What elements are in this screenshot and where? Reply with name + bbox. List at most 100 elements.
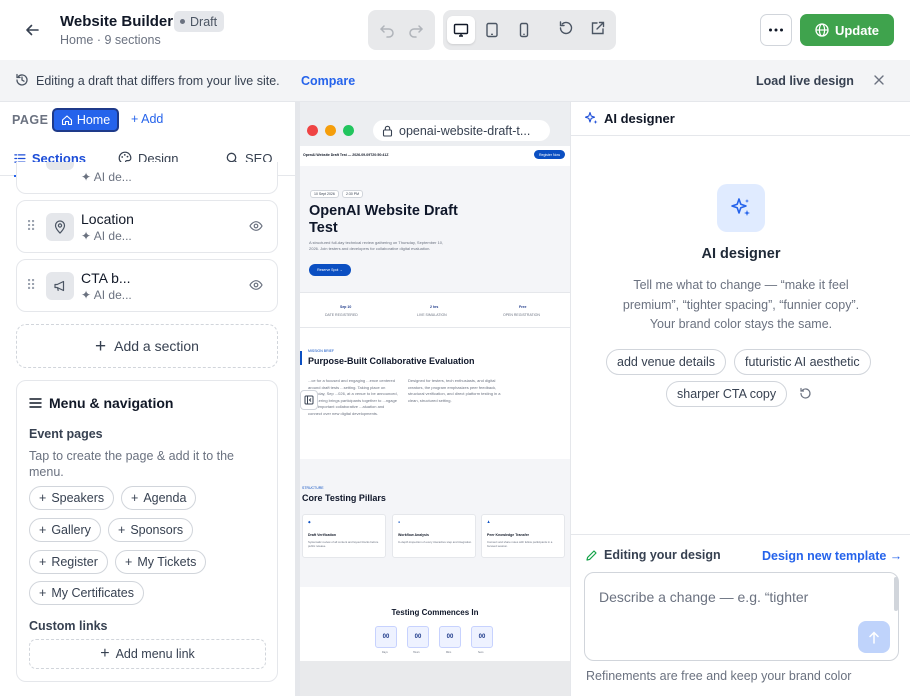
- about-text-left: ...ce for a focused and engaging ...ence…: [308, 378, 398, 416]
- drag-handle-icon[interactable]: ⠿: [26, 218, 36, 235]
- pillar-title: Draft Verification: [308, 533, 337, 537]
- site-pillars: STRUCTURE Core Testing Pillars ◆ Draft V…: [300, 459, 570, 587]
- change-description-input[interactable]: Describe a change — e.g. “tighter: [584, 572, 899, 661]
- chip-agenda[interactable]: + Agenda: [121, 486, 197, 510]
- page-home-button[interactable]: Home: [52, 108, 119, 132]
- plus-icon: +: [100, 645, 110, 662]
- chip-speakers[interactable]: + Speakers: [29, 486, 115, 510]
- more-options-button[interactable]: [760, 14, 792, 46]
- section-card-partial[interactable]: ✦ AI de...: [16, 162, 278, 194]
- update-button[interactable]: Update: [800, 14, 894, 46]
- design-new-template-link[interactable]: Design new template →: [762, 549, 902, 563]
- pillar-icon: ◆: [308, 520, 311, 524]
- hero-reserve-button[interactable]: Reserve Spot →: [309, 264, 351, 276]
- input-scrollbar[interactable]: [894, 577, 898, 611]
- url-bar: openai-website-draft-t...: [373, 120, 550, 141]
- stat-value: Free: [519, 305, 527, 309]
- eye-icon[interactable]: [249, 279, 263, 291]
- section-card-cta[interactable]: ⠿ CTA b... ✦ AI de...: [16, 259, 278, 312]
- chip-sponsors[interactable]: + Sponsors: [108, 518, 194, 542]
- section-name: CTA b...: [81, 270, 131, 286]
- stat-label: LIVE SIMULATION: [417, 313, 447, 317]
- countdown-label: Mins: [446, 651, 452, 654]
- pillar-desc: Connect and share notes with fellow part…: [487, 540, 553, 548]
- menu-title: Menu & navigation: [49, 395, 174, 411]
- chip-label: Agenda: [143, 491, 187, 505]
- chip-my-certificates[interactable]: + My Certificates: [29, 581, 144, 605]
- add-menu-link-label: Add menu link: [115, 647, 195, 661]
- chip-label: My Certificates: [51, 586, 134, 600]
- sidebar-toggle-button[interactable]: [300, 390, 318, 410]
- close-banner-icon[interactable]: [872, 73, 886, 87]
- home-icon: [61, 115, 72, 126]
- hero-time-pill: 2:30 PM: [342, 190, 364, 198]
- send-button[interactable]: [858, 621, 890, 653]
- pillar-icon: ●: [398, 520, 401, 524]
- ai-designer-title: AI designer: [701, 246, 781, 262]
- sparkles-icon: [584, 111, 599, 126]
- hero-title: OpenAI Website Draft Test: [309, 203, 458, 236]
- plus-icon: +: [131, 491, 139, 505]
- drag-handle-icon[interactable]: ⠿: [26, 277, 36, 294]
- shuffle-suggestions-icon[interactable]: [799, 387, 812, 400]
- add-menu-link-button[interactable]: + Add menu link: [29, 639, 266, 669]
- input-placeholder: Describe a change — e.g. “tighter: [599, 589, 809, 605]
- add-section-button[interactable]: + Add a section: [16, 324, 278, 368]
- banner-message: Editing a draft that differs from your l…: [36, 74, 280, 88]
- suggestion-chip[interactable]: futuristic AI aesthetic: [734, 349, 871, 375]
- redo-icon[interactable]: [402, 16, 430, 44]
- device-controls: [443, 10, 616, 50]
- section-sub-partial: ✦ AI de...: [81, 170, 132, 184]
- tablet-view-icon[interactable]: [478, 16, 506, 44]
- maximize-dot: [343, 125, 354, 136]
- pillars-kicker: STRUCTURE: [302, 486, 324, 490]
- chip-register[interactable]: + Register: [29, 550, 108, 574]
- suggestion-chip[interactable]: add venue details: [606, 349, 726, 375]
- add-page-button[interactable]: + Add: [131, 112, 163, 126]
- chip-my-tickets[interactable]: + My Tickets: [115, 550, 207, 574]
- pillar-card: ● Workflow Analysis In-depth inspection …: [392, 514, 476, 558]
- compare-link[interactable]: Compare: [301, 74, 355, 88]
- plus-icon: +: [131, 112, 139, 126]
- add-section-label: Add a section: [114, 338, 199, 354]
- divider: [571, 534, 910, 535]
- open-external-icon[interactable]: [584, 14, 612, 42]
- pencil-icon: [586, 549, 597, 561]
- hero-date-pill: 10 Sept 2026: [310, 190, 339, 198]
- load-live-design-link[interactable]: Load live design: [756, 74, 854, 88]
- chip-gallery[interactable]: + Gallery: [29, 518, 101, 542]
- countdown-days: 00: [375, 626, 397, 648]
- lock-icon: [382, 125, 393, 137]
- mobile-view-icon[interactable]: [510, 16, 538, 44]
- megaphone-icon: [46, 272, 74, 300]
- section-sub: ✦ AI de...: [81, 229, 132, 243]
- pillar-desc: In-depth inspection of every interactive…: [398, 540, 473, 544]
- menu-icon: [29, 398, 42, 408]
- page-subtitle: Home · 9 sections: [60, 33, 161, 47]
- site-preview: openai-website-draft-t... OpenAI Website…: [300, 102, 570, 696]
- top-bar: Website Builder Draft Home · 9 sections: [0, 0, 910, 60]
- site-canvas[interactable]: OpenAI Website Draft Test — 2026-09-09T2…: [300, 146, 570, 661]
- chip-label: Gallery: [51, 523, 91, 537]
- ai-sparkles-icon: [717, 184, 765, 232]
- suggestion-chip[interactable]: sharper CTA copy: [666, 381, 788, 407]
- back-arrow-icon[interactable]: [18, 16, 46, 44]
- countdown-title: Testing Commences In: [391, 608, 479, 617]
- chip-label: My Tickets: [137, 555, 197, 569]
- minimize-dot: [325, 125, 336, 136]
- history-icon: [15, 73, 29, 87]
- eye-icon[interactable]: [249, 220, 263, 232]
- section-icon-partial: [46, 162, 74, 170]
- section-card-location[interactable]: ⠿ Location ✦ AI de...: [16, 200, 278, 253]
- site-register-button[interactable]: Register Now: [534, 150, 565, 159]
- about-title: Purpose-Built Collaborative Evaluation: [308, 356, 475, 366]
- undo-icon[interactable]: [373, 16, 401, 44]
- desktop-view-icon[interactable]: [447, 16, 475, 44]
- section-name: Location: [81, 211, 134, 227]
- countdown-label: Secs: [478, 651, 484, 654]
- refinements-note: Refinements are free and keep your brand…: [586, 669, 852, 683]
- status-badge-label: Draft: [190, 14, 218, 29]
- about-kicker: MISSION BRIEF: [308, 349, 335, 353]
- pillar-title: Peer Knowledge Transfer: [487, 533, 530, 537]
- refresh-icon[interactable]: [552, 14, 580, 42]
